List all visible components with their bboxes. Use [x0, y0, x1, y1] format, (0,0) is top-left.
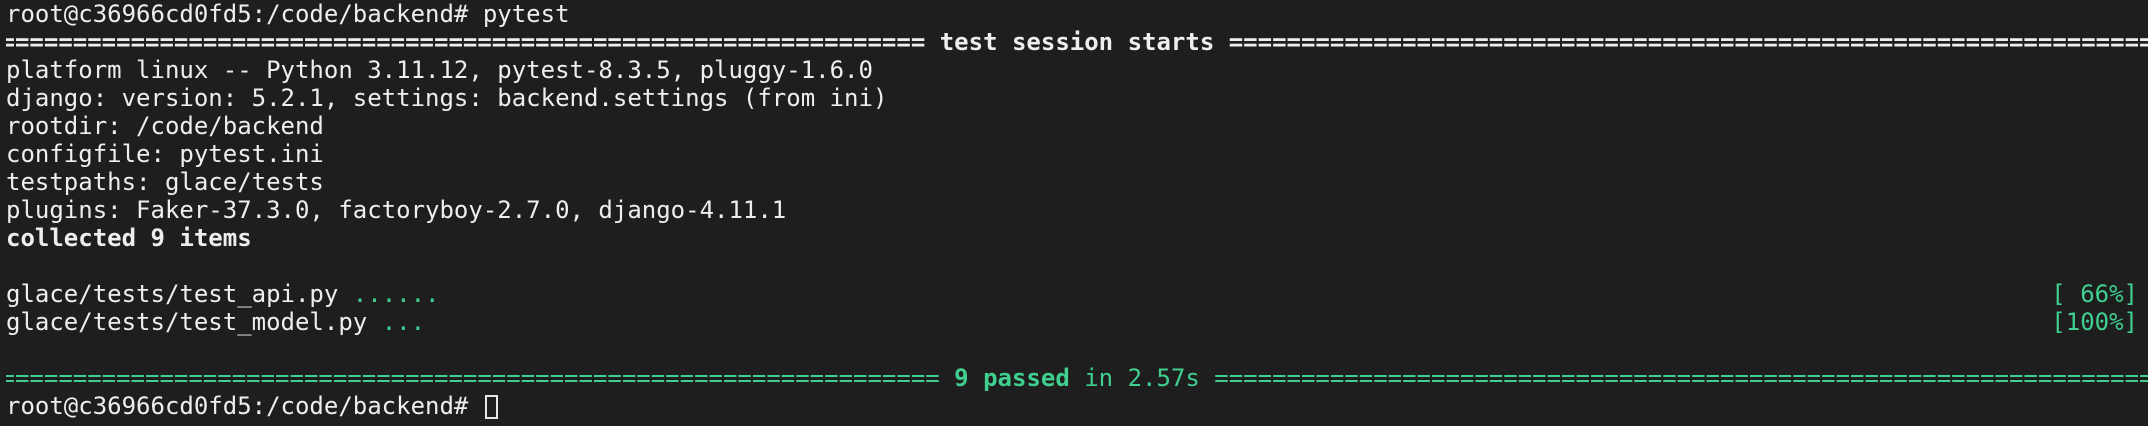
collected-items: collected 9 items	[6, 224, 252, 252]
session-title: test session starts	[925, 28, 1229, 56]
terminal-window[interactable]: root@c36966cd0fd5:/code/backend# pytest …	[0, 0, 2148, 426]
test-progress-dots: ......	[352, 280, 440, 308]
command-text: pytest	[482, 0, 570, 28]
command-line: root@c36966cd0fd5:/code/backend# pytest	[6, 0, 2148, 28]
test-file-name: glace/tests/test_api.py	[6, 280, 339, 308]
summary-passed: 9 passed	[954, 364, 1070, 392]
test-progress-dots: ...	[381, 308, 426, 336]
cursor-block-icon[interactable]	[484, 395, 498, 419]
info-line-plugins: plugins: Faker-37.3.0, factoryboy-2.7.0,…	[6, 196, 787, 224]
summary-time: in 2.57s	[1084, 364, 1200, 392]
info-line-platform: platform linux -- Python 3.11.12, pytest…	[6, 56, 873, 84]
test-result-row: glace/tests/test_api.py ...... [ 66%]	[6, 280, 2148, 308]
test-progress-percent: [100%]	[2051, 308, 2138, 336]
info-line-testpaths: testpaths: glace/tests	[6, 168, 324, 196]
info-line-configfile: configfile: pytest.ini	[6, 140, 324, 168]
test-progress-percent: [ 66%]	[2051, 280, 2138, 308]
test-result-row: glace/tests/test_model.py ... [100%]	[6, 308, 2148, 336]
prompt-line: root@c36966cd0fd5:/code/backend#	[6, 392, 2148, 420]
session-start-separator: ========================================…	[6, 28, 2148, 56]
info-line-django: django: version: 5.2.1, settings: backen…	[6, 84, 888, 112]
separator-rule-left: ========================================…	[6, 364, 940, 392]
info-line-rootdir: rootdir: /code/backend	[6, 112, 324, 140]
separator-rule-right: ========================================…	[1214, 364, 2148, 392]
test-file-name: glace/tests/test_model.py	[6, 308, 368, 336]
summary-separator: ========================================…	[6, 364, 2148, 392]
separator-rule-left: ========================================…	[6, 28, 926, 56]
separator-rule-right: ========================================…	[1228, 28, 2148, 56]
shell-prompt: root@c36966cd0fd5:/code/backend#	[6, 0, 469, 28]
shell-prompt: root@c36966cd0fd5:/code/backend#	[6, 392, 469, 420]
